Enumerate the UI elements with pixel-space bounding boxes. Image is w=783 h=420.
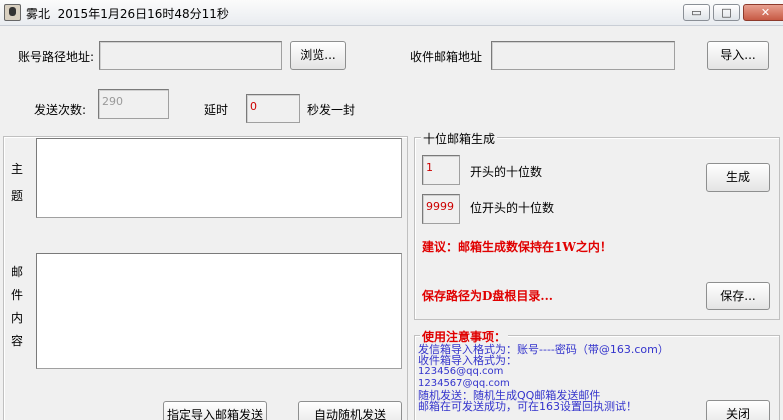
- auto-random-send-button[interactable]: 自动随机发送: [298, 401, 402, 420]
- maximize-button[interactable]: □: [713, 4, 740, 21]
- notes-list: 发信箱导入格式为：账号----密码（带@163.com） 收件箱导入格式为： 1…: [418, 344, 669, 412]
- subject-char-1: 主: [10, 162, 23, 176]
- app-icon: [4, 4, 21, 21]
- start-digit-input[interactable]: 1: [422, 155, 460, 185]
- close-window-button[interactable]: ✕: [743, 4, 783, 21]
- body-textarea[interactable]: [36, 253, 402, 369]
- per-second-label: 秒发一封: [307, 103, 356, 117]
- account-path-input[interactable]: [99, 41, 282, 70]
- subject-textarea[interactable]: [36, 138, 402, 218]
- count-label: 位开头的十位数: [470, 201, 555, 215]
- import-send-button[interactable]: 指定导入邮箱发送: [163, 401, 267, 420]
- close-button[interactable]: 关闭: [706, 400, 770, 420]
- notes-line: 123456@qq.com: [418, 366, 504, 377]
- save-button[interactable]: 保存...: [706, 282, 770, 310]
- send-count-input[interactable]: 290: [98, 89, 169, 119]
- recipient-label: 收件邮箱地址: [410, 50, 483, 64]
- count-input[interactable]: 9999: [422, 194, 460, 224]
- account-path-label: 账号路径地址:: [18, 50, 95, 64]
- generate-button[interactable]: 生成: [706, 163, 770, 192]
- browse-button[interactable]: 浏览...: [290, 41, 346, 70]
- start-digit-label: 开头的十位数: [470, 165, 543, 179]
- body-char-4: 容: [10, 334, 23, 348]
- send-count-label: 发送次数:: [34, 103, 87, 117]
- body-char-1: 邮: [10, 265, 23, 279]
- notes-line: 邮箱在可发送成功，可在163设置回执测试！: [418, 400, 637, 413]
- generator-legend: 十位邮箱生成: [421, 130, 498, 147]
- notes-line: 收件箱导入格式为：: [418, 354, 517, 367]
- title-datetime: 2015年1月26日16时48分11秒: [57, 7, 229, 21]
- delay-label: 延时: [204, 103, 229, 117]
- minimize-button[interactable]: ▭: [683, 4, 710, 21]
- save-path-note: 保存路径为D盘根目录...: [422, 289, 553, 303]
- body-char-3: 内: [10, 311, 23, 325]
- suggestion-text: 建议：邮箱生成数保持在1W之内！: [422, 240, 612, 254]
- body-label: 邮 件 内 容: [10, 263, 24, 349]
- app-name: 雾北: [26, 7, 51, 21]
- import-button[interactable]: 导入...: [707, 41, 769, 70]
- window-title: 雾北 2015年1月26日16时48分11秒: [26, 5, 229, 22]
- subject-label: 主 题: [10, 160, 24, 204]
- recipient-input[interactable]: [491, 41, 675, 70]
- subject-char-2: 题: [10, 189, 23, 203]
- body-char-2: 件: [10, 288, 23, 302]
- delay-input[interactable]: 0: [246, 94, 300, 123]
